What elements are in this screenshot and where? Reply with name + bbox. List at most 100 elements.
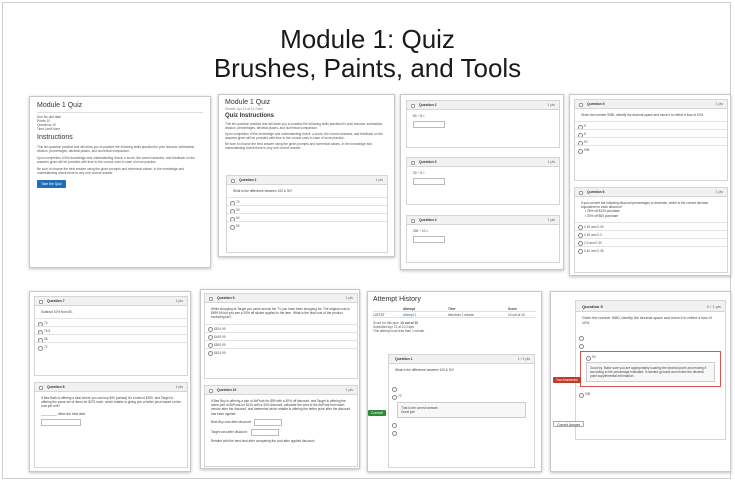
flag-icon[interactable] (231, 178, 235, 183)
latest-label: LATEST (373, 313, 385, 317)
answer-option[interactable]: 0.40 and 0.35 (575, 245, 727, 255)
answer-option[interactable]: 30 (227, 205, 387, 214)
question-text: What is the difference between 100 & 30? (395, 368, 455, 372)
question-title: Question 2 (419, 103, 437, 107)
instructions-para-1: This ten question practice test will all… (225, 122, 384, 130)
flag-icon[interactable] (579, 190, 583, 195)
flag-icon[interactable] (411, 103, 415, 108)
question-text: 80 ÷ 8 = (413, 114, 425, 118)
answer-option[interactable]: 2.5 and 0.30 (575, 237, 727, 247)
question-points: 1 pts (375, 178, 383, 182)
question-card: Question 8 1 pts If Bed Bath is offering … (34, 382, 188, 468)
answer-option[interactable]: 0.25 and 0.30 (575, 221, 727, 231)
answer-option[interactable]: 908 (575, 145, 727, 154)
answer-option[interactable]: 60 (227, 213, 387, 222)
question-card: Question 1 1 pts What is the difference b… (226, 175, 388, 253)
answer-option[interactable]: $524.99 (205, 323, 357, 333)
screenshot-quiz-overview: Module 1 Quiz Due No due date Points 10 … (29, 96, 211, 268)
answer-option[interactable]: $500.99 (205, 339, 357, 349)
question-points: 1 pts (345, 296, 353, 300)
question-card: Question 3 1 pts 30 ÷ 6 = (406, 157, 560, 205)
correct-answer-option: 908 (576, 390, 725, 398)
answer-option[interactable]: 90 (575, 137, 727, 146)
screenshot-incorrect-feedback: Question 5 0 / 1 pts Given the number 908… (550, 291, 731, 472)
screenshot-attempt-history: Attempt History Attempt Time Score LATES… (367, 291, 542, 472)
feedback-text: Great job! (401, 410, 415, 415)
question-title: Question 7 (47, 299, 65, 303)
question-title: Question 3 (419, 160, 437, 164)
answer-option[interactable]: 68 (35, 334, 187, 343)
question-title: Question 5 (587, 102, 605, 106)
question-points: 1 pts (175, 385, 183, 389)
instructions-para-2: Upon completion of the knowledge and und… (37, 156, 195, 164)
quiz-title: Module 1 Quiz (37, 102, 83, 109)
answer-input[interactable] (413, 178, 445, 186)
answer-input[interactable] (254, 418, 283, 426)
answer-input[interactable] (413, 121, 445, 129)
question-card: Question 7 1 pts Subtract 10% from 80. 70… (34, 296, 188, 376)
slide-subtitle: Brushes, Paints, and Tools (213, 53, 522, 83)
answer-option[interactable]: $449.99 (205, 331, 357, 341)
flag-icon[interactable] (39, 385, 43, 390)
answer-option[interactable]: 9 (575, 121, 727, 130)
answer-option[interactable]: 76.5 (35, 326, 187, 335)
question-text: While shopping at Target you came across… (211, 307, 350, 320)
question-title: Question 8 (47, 385, 65, 389)
question-text: If you convert the following discount pe… (581, 201, 708, 210)
screenshot-questions-5-6: Question 5 1 pts Given the number 9080, i… (569, 94, 731, 276)
flag-icon[interactable] (209, 296, 213, 301)
answer-feedback: That is the correct answer. Great job! (397, 402, 526, 419)
question-title: Question 10 (217, 388, 237, 392)
incorrect-answer-box: 90 Good try. Make sure you are appropria… (580, 351, 721, 388)
quiz-title: Module 1 Quiz (225, 99, 271, 106)
question-title: Question 6 (587, 190, 605, 194)
question-text: Given the number 9080, identify the deci… (582, 316, 712, 325)
answer-option (576, 341, 725, 349)
question-text: If Bed Buy is offering a pair of AirPods… (211, 399, 351, 416)
answer-input[interactable] (250, 428, 279, 436)
flag-icon[interactable] (579, 102, 583, 107)
question-card: Question 5 1 pts Given the number 9080, i… (574, 99, 728, 181)
screenshot-questions-9-10: Question 9 1 pts While shopping at Target… (200, 289, 360, 469)
fill-blank-text: _________ offers the best deal. (41, 411, 86, 416)
answer-option[interactable]: 0.25 and 0.3 (575, 229, 727, 239)
question-text: 300 ÷ 10 = (413, 229, 429, 233)
take-quiz-button[interactable]: Take the Quiz (37, 180, 66, 189)
answer-feedback: Good try. Make sure you are appropriatel… (586, 362, 715, 383)
flag-icon[interactable] (411, 160, 415, 165)
duration-text: This attempt took less than 1 minute. (373, 329, 426, 333)
question-card: Question 10 1 pts If Bed Buy is offering … (204, 385, 358, 467)
field-label: Retailer with the best deal after compar… (211, 438, 315, 443)
answer-option[interactable]: $624.99 (205, 347, 357, 357)
flag-icon[interactable] (411, 218, 415, 223)
question-points: 1 / 1 pts (517, 357, 530, 361)
answer-option[interactable]: 72 (35, 342, 187, 351)
flag-icon[interactable] (39, 299, 43, 304)
answer-option (389, 420, 534, 428)
question-points: 1 pts (547, 160, 555, 164)
question-points: 1 pts (547, 218, 555, 222)
field-label: Best Buy cost after discount: (211, 420, 252, 425)
flag-icon[interactable] (209, 388, 213, 393)
answer-option[interactable]: 70 (35, 318, 187, 327)
answer-option[interactable]: 8 (575, 129, 727, 138)
question-points: 0 / 1 pts (706, 304, 721, 309)
attempt-link[interactable]: Attempt 1 (403, 312, 417, 318)
answer-input[interactable] (41, 418, 81, 426)
question-card: Question 1 1 / 1 pts What is the differen… (388, 354, 535, 468)
question-card: Question 2 1 pts 80 ÷ 8 = (406, 100, 560, 148)
answer-option-selected: 70 (389, 392, 534, 400)
screenshot-questions-2-4: Question 2 1 pts 80 ÷ 8 = Question 3 1 pts… (400, 94, 564, 270)
table-row: LATEST Attempt 1 less than 1 minute 10 o… (373, 312, 536, 318)
answer-option[interactable]: 50 (227, 221, 387, 230)
you-answered-tag: You Answered (553, 377, 581, 383)
quiz-instructions-heading: Quiz Instructions (225, 113, 275, 119)
instructions-para-1: This ten question practice test will all… (37, 145, 196, 153)
answer-option[interactable]: 70 (227, 197, 387, 206)
instructions-heading: Instructions (37, 134, 73, 141)
correct-answer-tag: Correct Answer (553, 421, 585, 427)
question-text: If Bed Bath is offering a deal where you… (41, 396, 181, 409)
question-title: Question 4 (419, 218, 437, 222)
answer-input[interactable] (413, 236, 445, 244)
question-card: Question 6 1 pts If you convert the follo… (574, 187, 728, 273)
